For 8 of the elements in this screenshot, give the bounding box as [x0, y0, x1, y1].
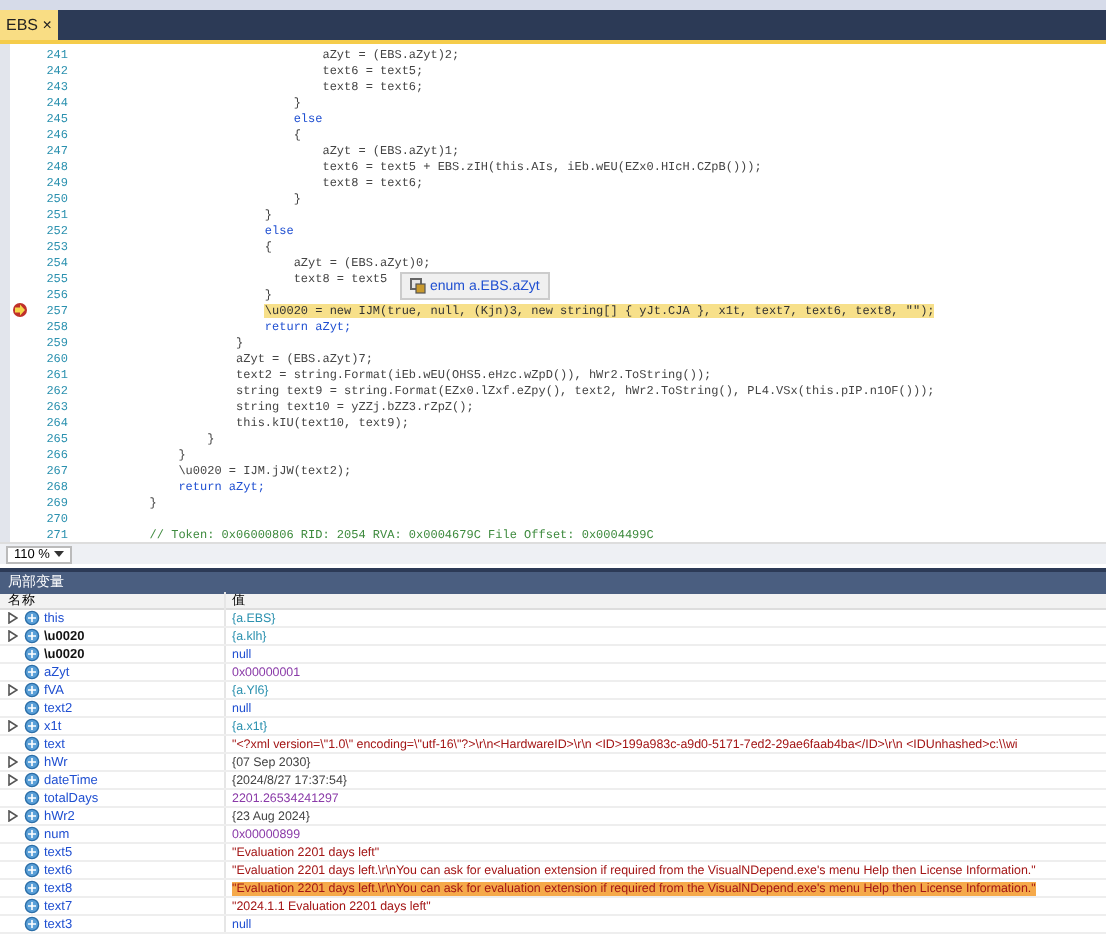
enum-icon — [410, 278, 426, 294]
expand-icon[interactable] — [8, 684, 18, 696]
caret-icon[interactable] — [53, 549, 64, 557]
document-tab[interactable]: EBS × — [0, 10, 58, 40]
expand-icon[interactable] — [8, 810, 18, 822]
expand-icon[interactable] — [8, 720, 18, 732]
close-icon[interactable]: × — [42, 16, 52, 34]
breakpoint-arrow-icon — [11, 302, 27, 318]
